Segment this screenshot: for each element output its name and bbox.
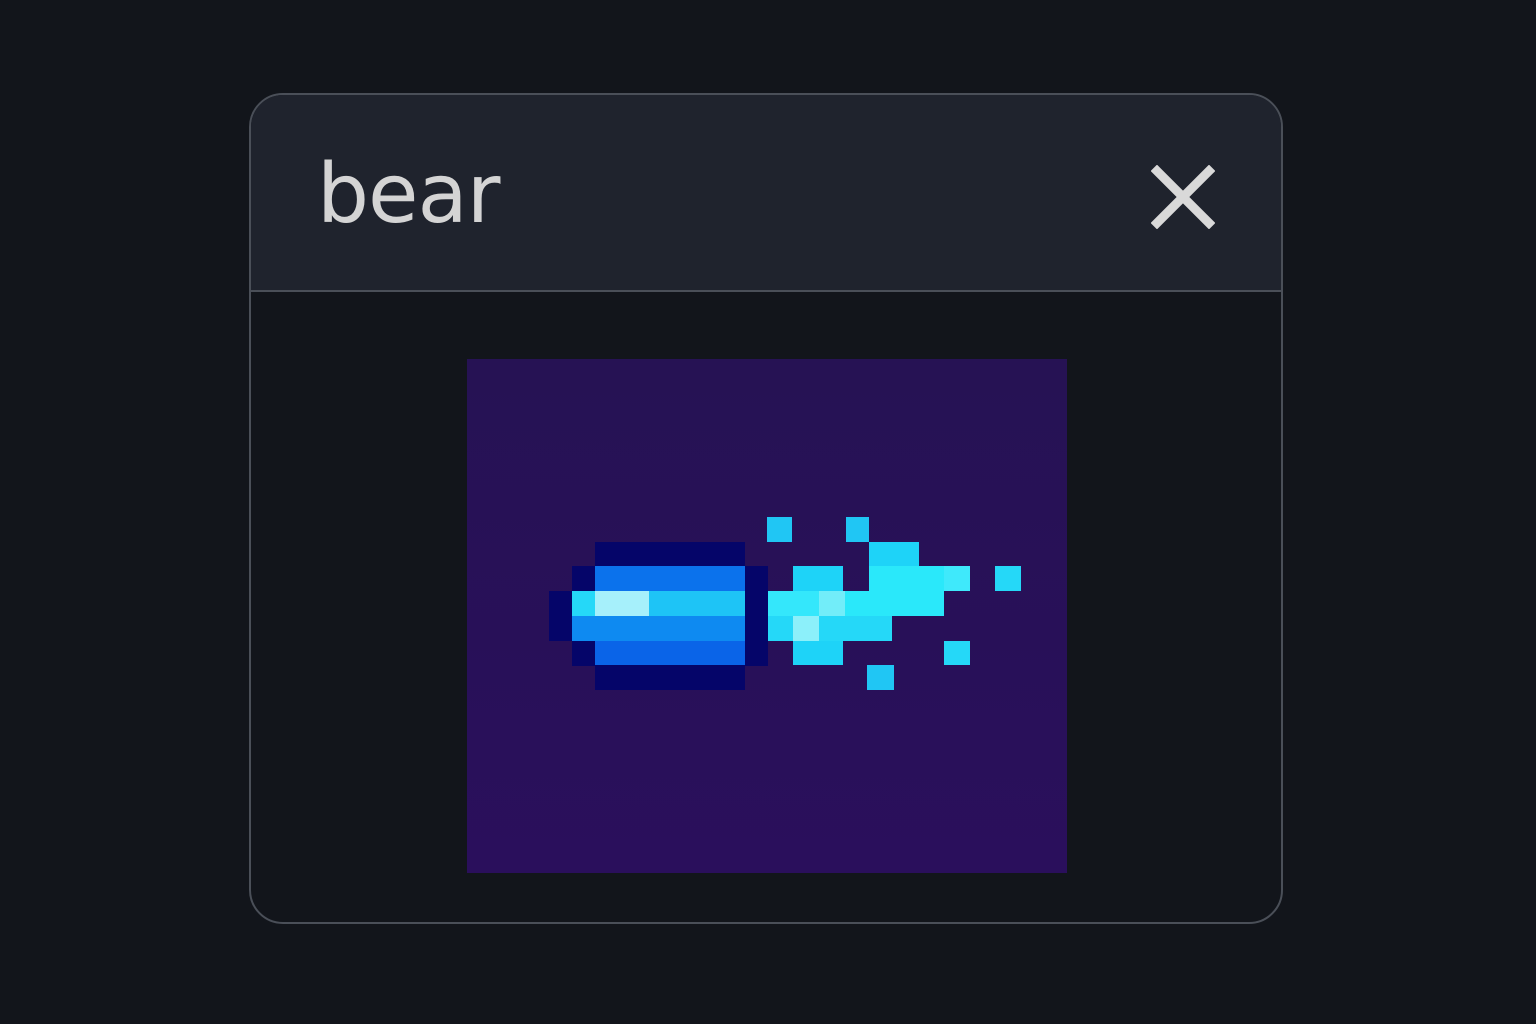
dialog-header: bear xyxy=(251,95,1281,292)
pixel-comet-icon xyxy=(549,517,1021,690)
preview-image xyxy=(467,359,1067,873)
close-button[interactable] xyxy=(1135,149,1231,245)
close-icon xyxy=(1151,165,1215,229)
dialog-title: bear xyxy=(317,147,500,242)
bear-dialog: bear xyxy=(249,93,1283,924)
